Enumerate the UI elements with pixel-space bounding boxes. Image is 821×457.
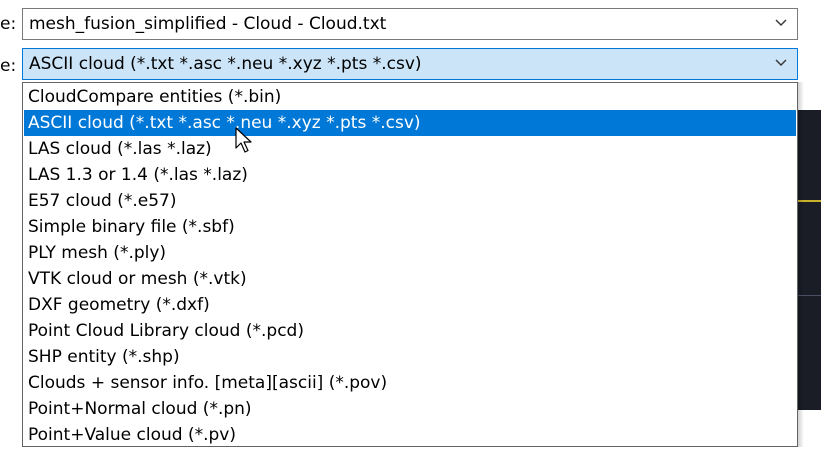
file-type-option[interactable]: LAS cloud (*.las *.laz) (24, 136, 796, 162)
file-type-dropdown-list[interactable]: CloudCompare entities (*.bin) ASCII cloud… (22, 82, 798, 447)
file-type-option[interactable]: DXF geometry (*.dxf) (24, 292, 796, 318)
file-type-option[interactable]: Point+Value cloud (*.pv) (24, 422, 796, 448)
file-name-value[interactable]: mesh_fusion_simplified - Cloud - Cloud.t… (29, 14, 386, 34)
chevron-down-icon[interactable] (773, 15, 789, 31)
mouse-pointer-icon (234, 127, 254, 160)
file-type-option[interactable]: E57 cloud (*.e57) (24, 188, 796, 214)
dropdown-shadow (798, 82, 804, 447)
save-type-selected[interactable]: ASCII cloud (*.txt *.asc *.neu *.xyz *.p… (29, 54, 422, 74)
file-type-option[interactable]: PLY mesh (*.ply) (24, 240, 796, 266)
file-type-option[interactable]: Simple binary file (*.sbf) (24, 214, 796, 240)
file-type-option[interactable]: CloudCompare entities (*.bin) (24, 84, 796, 110)
file-type-option[interactable]: SHP entity (*.shp) (24, 344, 796, 370)
file-type-option[interactable]: Point+Normal cloud (*.pn) (24, 396, 796, 422)
file-type-option[interactable]: Point Cloud Library cloud (*.pcd) (24, 318, 796, 344)
file-name-combo[interactable]: mesh_fusion_simplified - Cloud - Cloud.t… (22, 8, 798, 40)
file-type-option[interactable]: LAS 1.3 or 1.4 (*.las *.laz) (24, 162, 796, 188)
chevron-down-icon[interactable] (773, 55, 789, 71)
file-type-option[interactable]: ASCII cloud (*.txt *.asc *.neu *.xyz *.p… (24, 110, 796, 136)
file-type-option[interactable]: VTK cloud or mesh (*.vtk) (24, 266, 796, 292)
save-type-label-fragment: e: (0, 56, 17, 76)
save-type-combo[interactable]: ASCII cloud (*.txt *.asc *.neu *.xyz *.p… (22, 48, 798, 80)
file-name-label-fragment: e: (0, 14, 17, 34)
file-type-option[interactable]: Clouds + sensor info. [meta][ascii] (*.p… (24, 370, 796, 396)
